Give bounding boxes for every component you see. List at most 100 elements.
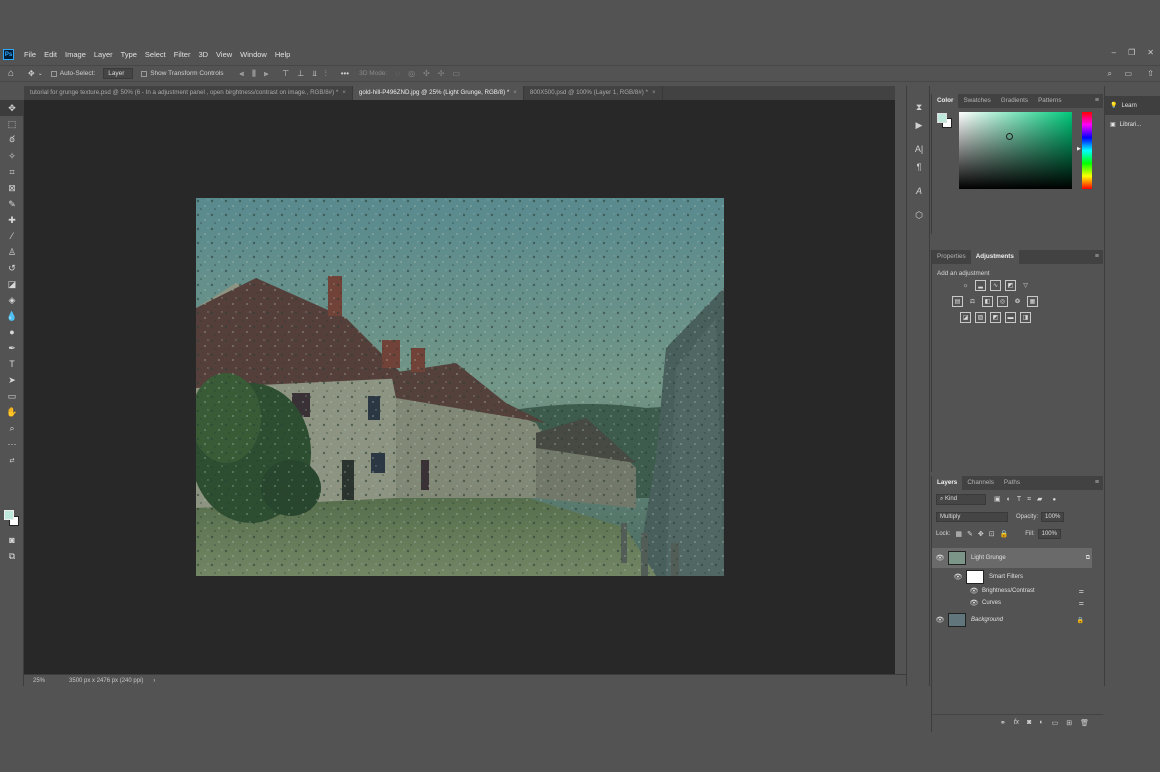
tab-layers[interactable]: Layers <box>932 476 963 490</box>
layer-name[interactable]: Light Grunge <box>971 555 1006 561</box>
lock-icons[interactable]: ▦✎✥⊡🔒 <box>955 530 1013 538</box>
menu-help[interactable]: Help <box>271 50 294 59</box>
tab-800x500[interactable]: 800X500.psd @ 100% (Layer 1, RGB/8#) * × <box>524 86 663 100</box>
brush-tool-icon[interactable]: ⁄ <box>0 228 24 244</box>
screen-mode-icon[interactable]: ⧉ <box>0 548 24 564</box>
layer-name[interactable]: Brightness/Contrast <box>982 588 1035 594</box>
color-picker-marker[interactable] <box>1006 133 1013 140</box>
restore-icon[interactable]: ❐ <box>1128 48 1135 57</box>
menu-layer[interactable]: Layer <box>90 50 117 59</box>
add-mask-icon[interactable]: ◙ <box>1027 719 1031 726</box>
link-layers-icon[interactable]: ⚭ <box>1000 719 1006 727</box>
foreground-color-swatch[interactable] <box>937 113 947 123</box>
move-tool-icon[interactable]: ✥ <box>28 69 35 78</box>
selective-color-icon[interactable]: ◨ <box>1020 312 1031 323</box>
zoom-tool-icon[interactable]: ⌕ <box>0 420 24 436</box>
search-icon[interactable]: ⌕ <box>1108 69 1112 79</box>
layer-row-curves[interactable]: 👁 Curves ⚌ <box>932 597 1092 609</box>
layer-row-light-grunge[interactable]: 👁 Light Grunge ⧉ <box>932 548 1092 568</box>
layer-name[interactable]: Curves <box>982 600 1001 606</box>
close-icon[interactable]: × <box>342 89 346 97</box>
more-options-icon[interactable]: ••• <box>341 69 349 78</box>
filter-kind-dropdown[interactable]: ⌕ Kind <box>936 494 986 505</box>
menu-edit[interactable]: Edit <box>40 50 61 59</box>
learn-button[interactable]: 💡 Learn <box>1105 96 1160 115</box>
pen-tool-icon[interactable]: ✒ <box>0 340 24 356</box>
tab-properties[interactable]: Properties <box>932 250 971 264</box>
opacity-input[interactable]: 100% <box>1041 512 1065 522</box>
panel-menu-icon[interactable]: ≡ <box>1095 97 1099 104</box>
eyedropper-tool-icon[interactable]: ✎ <box>0 196 24 212</box>
brightness-contrast-icon[interactable]: ☼ <box>960 280 971 291</box>
color-balance-icon[interactable]: ⚖ <box>967 296 978 307</box>
workspace-icon[interactable]: ▭ <box>1124 69 1132 78</box>
menu-window[interactable]: Window <box>236 50 271 59</box>
filter-toggle-icon[interactable]: ● <box>1052 497 1056 503</box>
layer-filter-icons[interactable]: ▣◐T⌗▰ <box>994 495 1048 504</box>
align-top-icon[interactable]: ⊤ <box>282 69 289 78</box>
align-left-icon[interactable]: ⫷ <box>240 69 245 79</box>
canvas-area[interactable] <box>24 100 895 674</box>
history-brush-tool-icon[interactable]: ↺ <box>0 260 24 276</box>
3d-camera-icon[interactable]: ▭ <box>452 69 460 78</box>
color-picker-field[interactable] <box>959 112 1072 189</box>
filter-options-icon[interactable]: ⚌ <box>1079 600 1084 607</box>
minimize-icon[interactable]: – <box>1112 48 1116 57</box>
fx-icon[interactable]: fx <box>1014 719 1019 726</box>
tab-channels[interactable]: Channels <box>962 476 999 490</box>
chevron-down-icon[interactable]: ⌄ <box>38 70 43 77</box>
eraser-tool-icon[interactable]: ◪ <box>0 276 24 292</box>
eye-icon[interactable]: 👁 <box>966 587 982 595</box>
eye-icon[interactable]: 👁 <box>950 573 966 581</box>
marquee-tool-icon[interactable]: ⬚ <box>0 116 24 132</box>
fill-input[interactable]: 100% <box>1037 529 1061 539</box>
menu-image[interactable]: Image <box>61 50 90 59</box>
frame-tool-icon[interactable]: ⊠ <box>0 180 24 196</box>
actions-play-icon[interactable]: ▶ <box>907 116 931 134</box>
gradient-map-icon[interactable]: ▬ <box>1005 312 1016 323</box>
menu-view[interactable]: View <box>212 50 236 59</box>
3d-pan-icon[interactable]: ✣ <box>423 69 430 78</box>
lock-icon[interactable]: 🔒 <box>1077 617 1084 624</box>
invert-icon[interactable]: ◪ <box>960 312 971 323</box>
layer-dropdown[interactable]: Layer <box>103 68 134 79</box>
show-transform-option[interactable]: Show Transform Controls <box>141 70 224 77</box>
home-icon[interactable]: ⌂ <box>8 68 14 79</box>
blur-tool-icon[interactable]: 💧 <box>0 308 24 324</box>
layer-row-background[interactable]: 👁 Background 🔒 <box>932 611 1092 629</box>
close-icon[interactable]: × <box>652 89 656 97</box>
hue-slider[interactable] <box>1082 112 1092 189</box>
history-panel-icon[interactable]: ⧗ <box>907 98 931 116</box>
paragraph-panel-icon[interactable]: ¶ <box>907 158 931 176</box>
menu-file[interactable]: File <box>20 50 40 59</box>
document-info[interactable]: 3500 px x 2476 px (240 ppi) <box>69 678 143 684</box>
tab-color[interactable]: Color <box>932 94 959 108</box>
zoom-level[interactable]: 25% <box>33 678 45 684</box>
auto-select-checkbox[interactable] <box>50 70 57 77</box>
eye-icon[interactable]: 👁 <box>966 599 982 607</box>
show-transform-checkbox[interactable] <box>141 70 148 77</box>
crop-tool-icon[interactable]: ⌗ <box>0 164 24 180</box>
foreground-color-swatch[interactable] <box>4 510 14 520</box>
magic-wand-tool-icon[interactable]: ✧ <box>0 148 24 164</box>
swap-colors-icon[interactable]: ⇄ <box>0 452 24 468</box>
vibrance-icon[interactable]: ▽ <box>1020 280 1031 291</box>
type-tool-icon[interactable]: T <box>0 356 24 372</box>
menu-type[interactable]: Type <box>117 50 141 59</box>
glyphs-panel-icon[interactable]: A <box>907 182 931 200</box>
align-bottom-icon[interactable]: ⫫ <box>312 69 317 79</box>
character-panel-icon[interactable]: A| <box>907 140 931 158</box>
menu-3d[interactable]: 3D <box>194 50 212 59</box>
menu-select[interactable]: Select <box>141 50 170 59</box>
lasso-tool-icon[interactable]: ఠ <box>0 132 24 148</box>
panel-menu-icon[interactable]: ≡ <box>1095 253 1099 260</box>
layer-row-brightness-contrast[interactable]: 👁 Brightness/Contrast ⚌ <box>932 585 1092 597</box>
dodge-tool-icon[interactable]: ● <box>0 324 24 340</box>
tab-patterns[interactable]: Patterns <box>1033 94 1066 108</box>
distribute-icon[interactable]: ⫶ <box>325 69 327 79</box>
clone-stamp-tool-icon[interactable]: ♙ <box>0 244 24 260</box>
levels-icon[interactable]: ▂ <box>975 280 986 291</box>
chevron-right-icon[interactable]: › <box>153 678 155 684</box>
new-group-icon[interactable]: ▭ <box>1052 719 1059 727</box>
tab-paths[interactable]: Paths <box>999 476 1025 490</box>
